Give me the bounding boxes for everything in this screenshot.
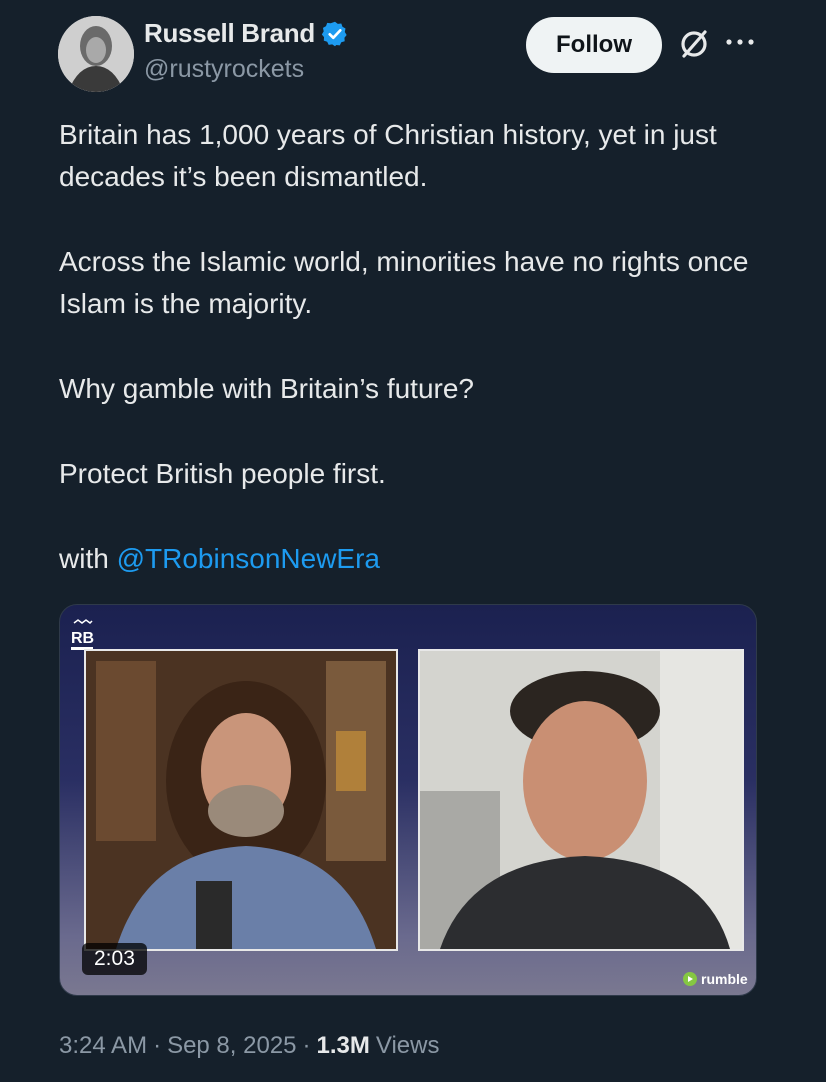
verified-badge-icon[interactable] bbox=[321, 20, 349, 48]
meta-separator: · bbox=[153, 1032, 162, 1059]
follow-button[interactable]: Follow bbox=[526, 17, 662, 73]
with-prefix: with bbox=[59, 543, 109, 574]
tweet-paragraph-2: Across the Islamic world, minorities hav… bbox=[59, 246, 749, 319]
video-panel-guest bbox=[418, 649, 744, 951]
mention-link[interactable]: @TRobinsonNewEra bbox=[117, 543, 380, 574]
tweet-with-line: with @TRobinsonNewEra bbox=[59, 538, 779, 580]
views-label: Views bbox=[375, 1032, 440, 1059]
more-icon[interactable] bbox=[724, 36, 756, 48]
host-video-frame bbox=[86, 651, 396, 949]
guest-video-frame bbox=[420, 651, 742, 949]
avatar[interactable] bbox=[58, 16, 134, 92]
author-name-row: Russell Brand bbox=[144, 18, 349, 49]
tweet-paragraph-3: Why gamble with Britain’s future? bbox=[59, 373, 474, 404]
author-handle[interactable]: @rustyrockets bbox=[144, 55, 304, 84]
tweet-date[interactable]: Sep 8, 2025 bbox=[167, 1032, 296, 1060]
video-panel-host bbox=[84, 649, 398, 951]
rumble-watermark: rumble bbox=[682, 971, 748, 987]
meta-separator: · bbox=[302, 1032, 311, 1059]
video-media[interactable]: RB 2:03 rumble bbox=[59, 604, 757, 996]
grok-icon[interactable] bbox=[676, 26, 712, 62]
tweet-paragraph-4: Protect British people first. bbox=[59, 458, 386, 489]
avatar-image bbox=[58, 16, 134, 92]
tweet-time[interactable]: 3:24 AM bbox=[59, 1032, 147, 1060]
rumble-label: rumble bbox=[701, 971, 748, 987]
tweet-meta: 3:24 AM · Sep 8, 2025 · 1.3M Views bbox=[59, 1032, 439, 1060]
author-name[interactable]: Russell Brand bbox=[144, 18, 315, 49]
views-count[interactable]: 1.3M bbox=[317, 1032, 370, 1060]
rb-logo-text: RB bbox=[71, 630, 94, 647]
video-duration: 2:03 bbox=[82, 943, 147, 975]
tweet-text: Britain has 1,000 years of Christian his… bbox=[59, 114, 779, 580]
rumble-logo-icon bbox=[683, 972, 697, 986]
tweet-paragraph-1: Britain has 1,000 years of Christian his… bbox=[59, 119, 717, 192]
